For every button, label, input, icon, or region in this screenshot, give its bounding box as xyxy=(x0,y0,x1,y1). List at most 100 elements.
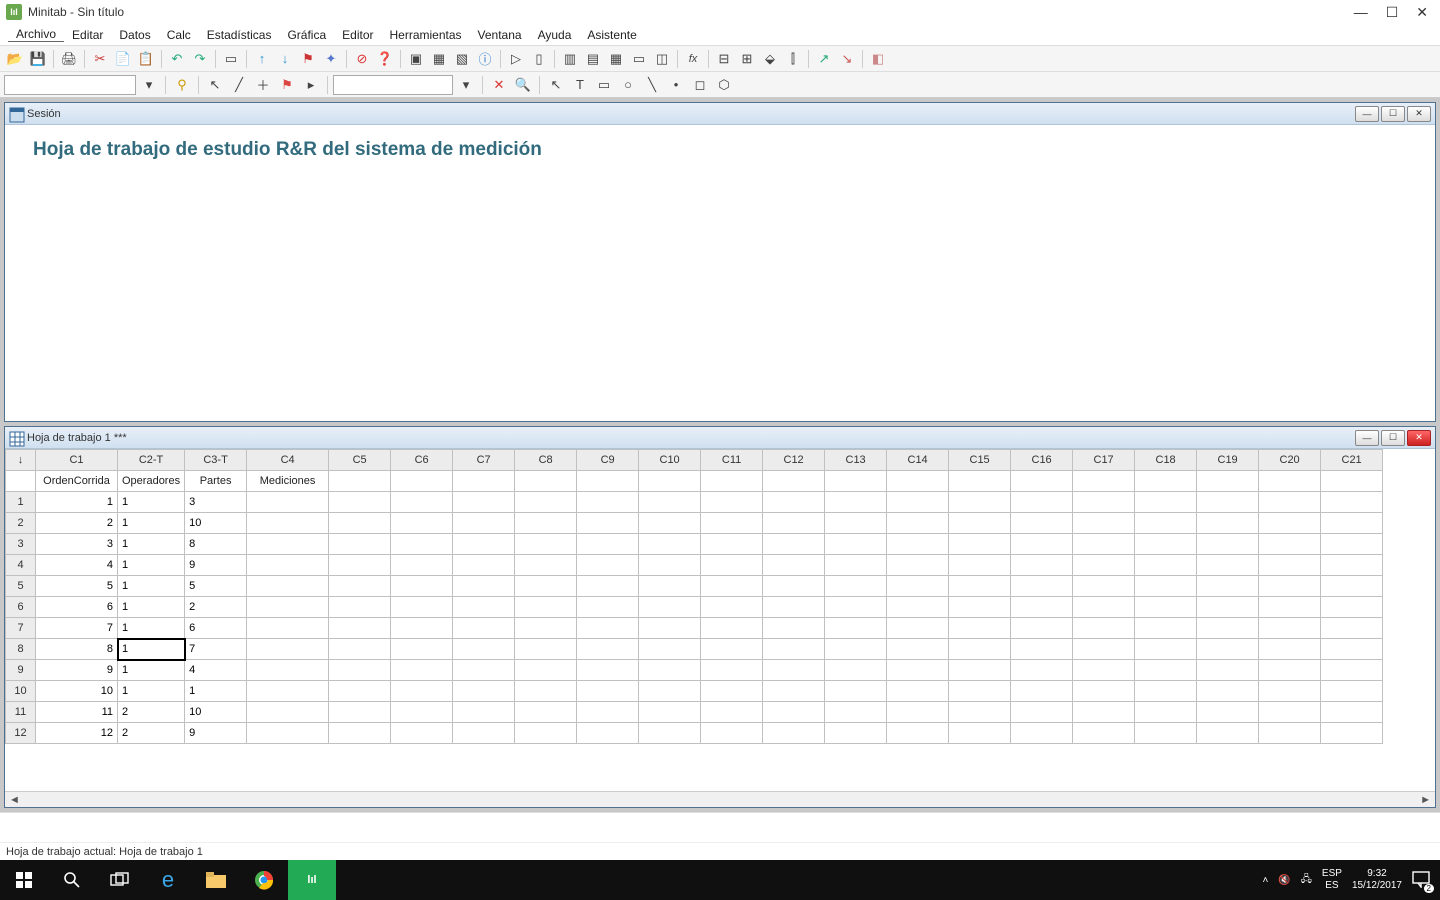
flag2-icon[interactable]: ⚑ xyxy=(276,74,298,96)
data-cell[interactable] xyxy=(1321,639,1383,660)
window-worksheet-icon[interactable]: ▦ xyxy=(428,48,450,70)
minitab-taskbar-icon[interactable]: lıl xyxy=(288,860,336,900)
sheet-icon[interactable]: ▯ xyxy=(528,48,550,70)
maximize-button[interactable]: ☐ xyxy=(1386,4,1399,21)
data-cell[interactable] xyxy=(515,534,577,555)
data-cell[interactable]: 4 xyxy=(36,555,118,576)
data-cell[interactable] xyxy=(763,681,825,702)
session-minimize-button[interactable]: — xyxy=(1355,106,1379,122)
file-explorer-icon[interactable] xyxy=(192,860,240,900)
data-cell[interactable] xyxy=(1259,534,1321,555)
data-cell[interactable] xyxy=(515,723,577,744)
data-cell[interactable] xyxy=(763,639,825,660)
data-cell[interactable]: 1 xyxy=(36,492,118,513)
window-graph-icon[interactable]: ▧ xyxy=(451,48,473,70)
data-cell[interactable] xyxy=(577,723,639,744)
data-cell[interactable] xyxy=(701,555,763,576)
data-cell[interactable] xyxy=(1073,534,1135,555)
data-cell[interactable]: 6 xyxy=(185,618,247,639)
cancel-icon[interactable]: ⊘ xyxy=(351,48,373,70)
menu-editar[interactable]: Editar xyxy=(64,28,111,42)
data-cell[interactable] xyxy=(825,492,887,513)
worksheet-corner[interactable]: ↓ xyxy=(6,450,36,471)
column-name-cell[interactable] xyxy=(391,471,453,492)
column-header[interactable]: C1 xyxy=(36,450,118,471)
data-cell[interactable] xyxy=(763,555,825,576)
data-cell[interactable]: 5 xyxy=(185,576,247,597)
marker-tool-icon[interactable]: ◻ xyxy=(689,74,711,96)
minimize-button[interactable]: — xyxy=(1354,4,1368,21)
data-cell[interactable] xyxy=(887,492,949,513)
search-button[interactable] xyxy=(48,860,96,900)
data-cell[interactable] xyxy=(391,660,453,681)
data-cell[interactable] xyxy=(1011,723,1073,744)
data-cell[interactable] xyxy=(247,618,329,639)
column-header[interactable]: C7 xyxy=(453,450,515,471)
data-cell[interactable] xyxy=(453,513,515,534)
data-cell[interactable] xyxy=(247,555,329,576)
row-header[interactable]: 7 xyxy=(6,618,36,639)
row-header[interactable]: 1 xyxy=(6,492,36,513)
column-name-cell[interactable]: Mediciones xyxy=(247,471,329,492)
paste-icon[interactable]: 📋 xyxy=(135,48,157,70)
data-cell[interactable] xyxy=(701,618,763,639)
start-button[interactable] xyxy=(0,860,48,900)
data-cell[interactable]: 12 xyxy=(36,723,118,744)
data-cell[interactable] xyxy=(1073,681,1135,702)
menu-asistente[interactable]: Asistente xyxy=(579,28,644,42)
menu-gráfica[interactable]: Gráfica xyxy=(279,28,334,42)
data-cell[interactable] xyxy=(329,576,391,597)
column-name-cell[interactable]: Operadores xyxy=(118,471,185,492)
align-left-icon[interactable]: ⊟ xyxy=(713,48,735,70)
data-cell[interactable] xyxy=(1197,513,1259,534)
brush-icon[interactable]: ⚲ xyxy=(171,74,193,96)
data-cell[interactable] xyxy=(639,576,701,597)
data-cell[interactable] xyxy=(247,681,329,702)
data-cell[interactable] xyxy=(391,702,453,723)
chart-bar-icon[interactable]: ⬙ xyxy=(759,48,781,70)
data-cell[interactable] xyxy=(1073,660,1135,681)
grid-icon[interactable]: ▦ xyxy=(605,48,627,70)
undo-icon[interactable]: ↶ xyxy=(166,48,188,70)
data-cell[interactable]: 5 xyxy=(36,576,118,597)
column-name-cell[interactable] xyxy=(639,471,701,492)
data-cell[interactable] xyxy=(1197,597,1259,618)
data-cell[interactable]: 1 xyxy=(118,576,185,597)
data-cell[interactable] xyxy=(1197,534,1259,555)
flag-icon[interactable]: ⚑ xyxy=(297,48,319,70)
data-cell[interactable] xyxy=(949,702,1011,723)
data-cell[interactable] xyxy=(1197,555,1259,576)
more-icon[interactable]: ▸ xyxy=(300,74,322,96)
line-tool-icon[interactable]: ╱ xyxy=(228,74,250,96)
data-cell[interactable] xyxy=(1135,660,1197,681)
data-cell[interactable] xyxy=(1259,723,1321,744)
data-cell[interactable] xyxy=(1259,702,1321,723)
data-cell[interactable] xyxy=(1011,681,1073,702)
session-maximize-button[interactable]: ☐ xyxy=(1381,106,1405,122)
worksheet-titlebar[interactable]: Hoja de trabajo 1 *** — ☐ ✕ xyxy=(5,427,1435,449)
data-cell[interactable] xyxy=(1135,513,1197,534)
data-cell[interactable] xyxy=(1073,492,1135,513)
data-cell[interactable] xyxy=(949,576,1011,597)
layout1-icon[interactable]: ▥ xyxy=(559,48,581,70)
data-cell[interactable] xyxy=(1073,723,1135,744)
data-cell[interactable] xyxy=(1197,639,1259,660)
task-view-button[interactable] xyxy=(96,860,144,900)
data-cell[interactable] xyxy=(701,534,763,555)
data-cell[interactable] xyxy=(825,723,887,744)
data-cell[interactable] xyxy=(763,660,825,681)
data-cell[interactable]: 6 xyxy=(36,597,118,618)
data-cell[interactable] xyxy=(949,639,1011,660)
point-tool-icon[interactable]: • xyxy=(665,74,687,96)
data-cell[interactable]: 2 xyxy=(36,513,118,534)
cut-icon[interactable]: ✂ xyxy=(89,48,111,70)
menu-estadísticas[interactable]: Estadísticas xyxy=(199,28,280,42)
data-cell[interactable] xyxy=(639,639,701,660)
text-tool-icon[interactable]: T xyxy=(569,74,591,96)
data-cell[interactable]: 10 xyxy=(185,513,247,534)
align-center-icon[interactable]: ⊞ xyxy=(736,48,758,70)
data-cell[interactable] xyxy=(515,618,577,639)
column-header[interactable]: C16 xyxy=(1011,450,1073,471)
column-name-cell[interactable] xyxy=(453,471,515,492)
data-cell[interactable] xyxy=(639,492,701,513)
